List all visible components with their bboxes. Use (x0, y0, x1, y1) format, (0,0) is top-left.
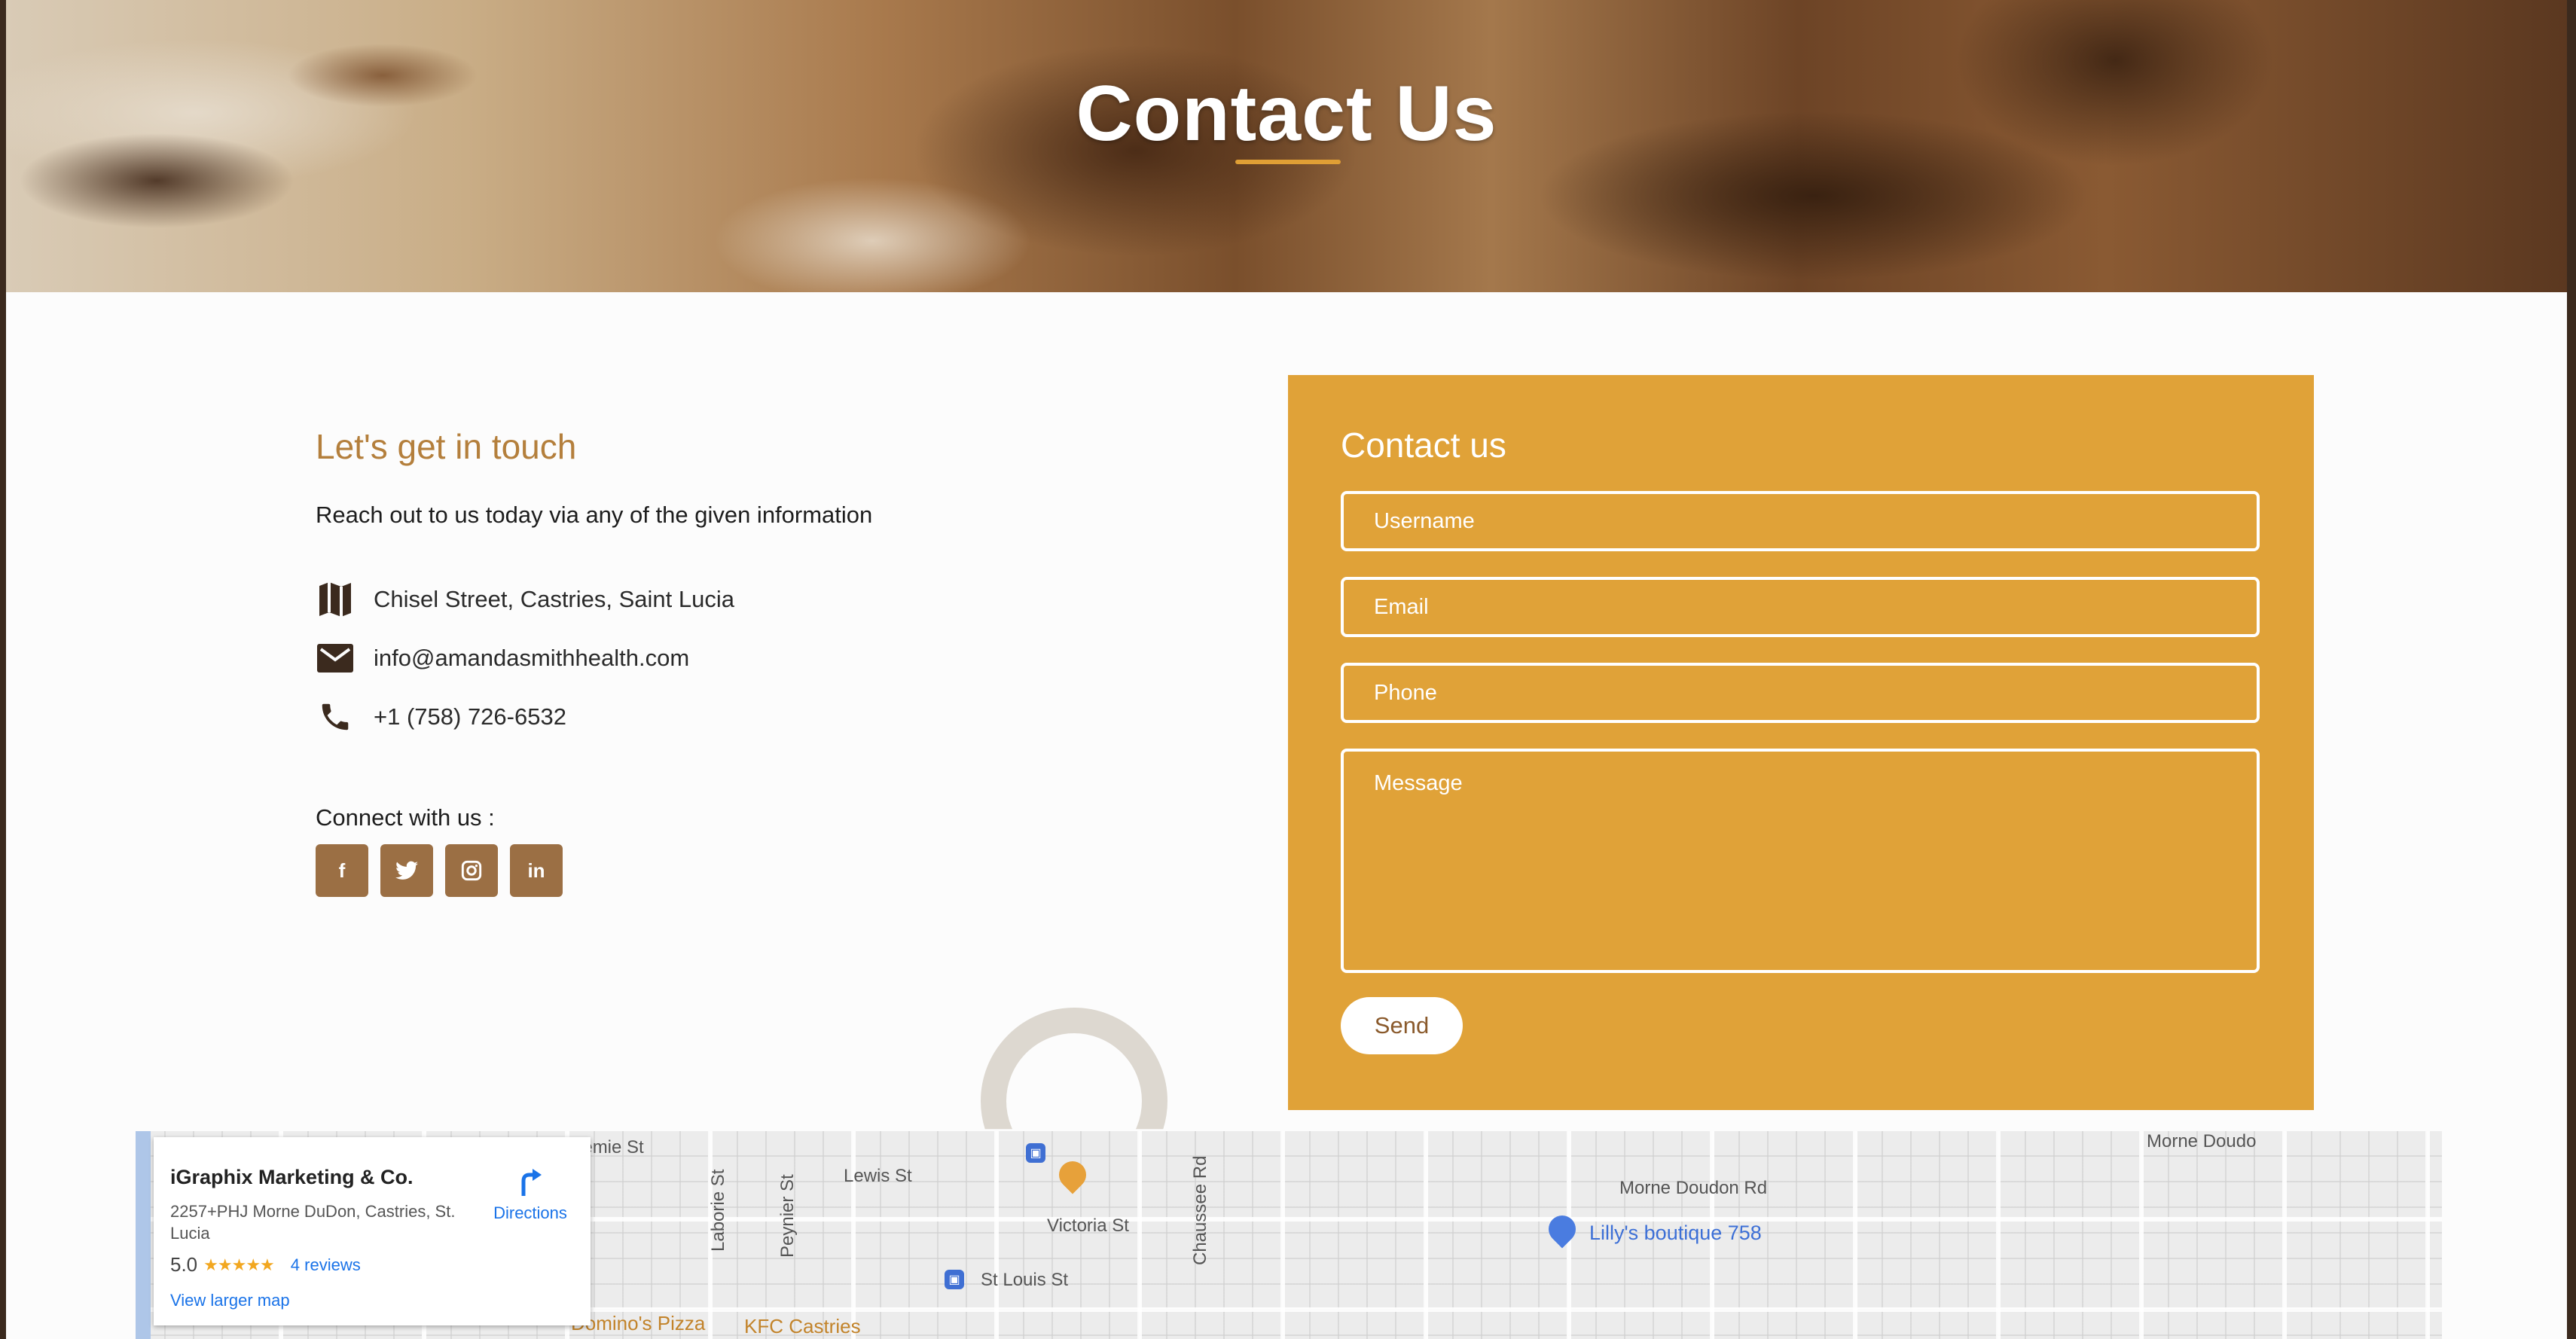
phone-icon (316, 697, 355, 737)
message-textarea[interactable] (1341, 749, 2260, 973)
map-label-victoria: Victoria St (1047, 1215, 1129, 1236)
map-icon (316, 580, 355, 619)
social-links: f in (316, 844, 563, 897)
directions-label: Directions (493, 1203, 567, 1222)
form-title: Contact us (1341, 425, 1506, 465)
map-label-morne-doudon-2: Morne Doudo (2147, 1131, 2257, 1151)
map-label-lillys[interactable]: Lilly's boutique 758 (1589, 1222, 1762, 1245)
place-name: iGraphix Marketing & Co. (170, 1166, 414, 1188)
map-label-chaussee: Chaussee Rd (1190, 1155, 1210, 1265)
map-place-card: iGraphix Marketing & Co. 2257+PHJ Morne … (154, 1137, 591, 1325)
phone-row: +1 (758) 726-6532 (316, 697, 566, 737)
map-label-dominos[interactable]: Domino's Pizza (571, 1312, 705, 1335)
view-larger-map-link[interactable]: View larger map (170, 1291, 290, 1310)
phone-text: +1 (758) 726-6532 (374, 703, 566, 730)
bus-stop-icon: ▣ (945, 1270, 964, 1289)
page: Contact Us Let's get in touch Reach out … (6, 0, 2567, 1339)
contact-form-panel: Contact us Send (1288, 375, 2314, 1110)
directions-icon (517, 1167, 543, 1197)
username-input[interactable] (1341, 491, 2260, 551)
map-label-peynier: Peynier St (777, 1174, 798, 1258)
phone-input[interactable] (1341, 663, 2260, 723)
touch-subtitle: Reach out to us today via any of the giv… (316, 502, 873, 528)
facebook-icon[interactable]: f (316, 844, 368, 897)
rating-value: 5.0 (170, 1253, 198, 1276)
bus-stop-icon: ▣ (1026, 1143, 1045, 1163)
reviews-link[interactable]: 4 reviews (291, 1255, 361, 1275)
directions-button[interactable]: Directions (485, 1167, 575, 1223)
map-label-kfc[interactable]: KFC Castries (744, 1315, 861, 1338)
page-title: Contact Us (1076, 70, 1497, 157)
connect-label: Connect with us : (316, 804, 495, 831)
place-address: 2257+PHJ Morne DuDon, Castries, St. Luci… (170, 1202, 456, 1243)
map-label-lewis: Lewis St (844, 1166, 912, 1186)
email-row: info@amandasmithhealth.com (316, 639, 689, 678)
shopping-pin-icon[interactable] (1543, 1209, 1582, 1249)
send-button[interactable]: Send (1341, 997, 1463, 1054)
twitter-icon[interactable] (380, 844, 433, 897)
embedded-map[interactable]: Jeremie St Lewis St Laborie St Peynier S… (136, 1131, 2442, 1339)
touch-heading: Let's get in touch (316, 427, 577, 466)
restaurant-pin-icon[interactable] (1053, 1155, 1092, 1194)
map-label-stlouis: St Louis St (981, 1270, 1069, 1290)
title-underline (1235, 160, 1341, 164)
mail-icon (316, 639, 355, 678)
hero-banner: Contact Us (6, 0, 2567, 292)
map-label-morne-doudon: Morne Doudon Rd (1619, 1178, 1768, 1198)
email-input[interactable] (1341, 577, 2260, 637)
map-water (136, 1131, 151, 1339)
map-label-laborie: Laborie St (708, 1169, 728, 1252)
place-rating: 5.0 ★★★★★ 4 reviews (170, 1253, 361, 1276)
email-link[interactable]: info@amandasmithhealth.com (374, 645, 689, 672)
address-text: Chisel Street, Castries, Saint Lucia (374, 586, 734, 612)
address-row: Chisel Street, Castries, Saint Lucia (316, 580, 734, 619)
linkedin-icon[interactable]: in (510, 844, 563, 897)
instagram-icon[interactable] (445, 844, 498, 897)
star-icons: ★★★★★ (203, 1255, 275, 1274)
